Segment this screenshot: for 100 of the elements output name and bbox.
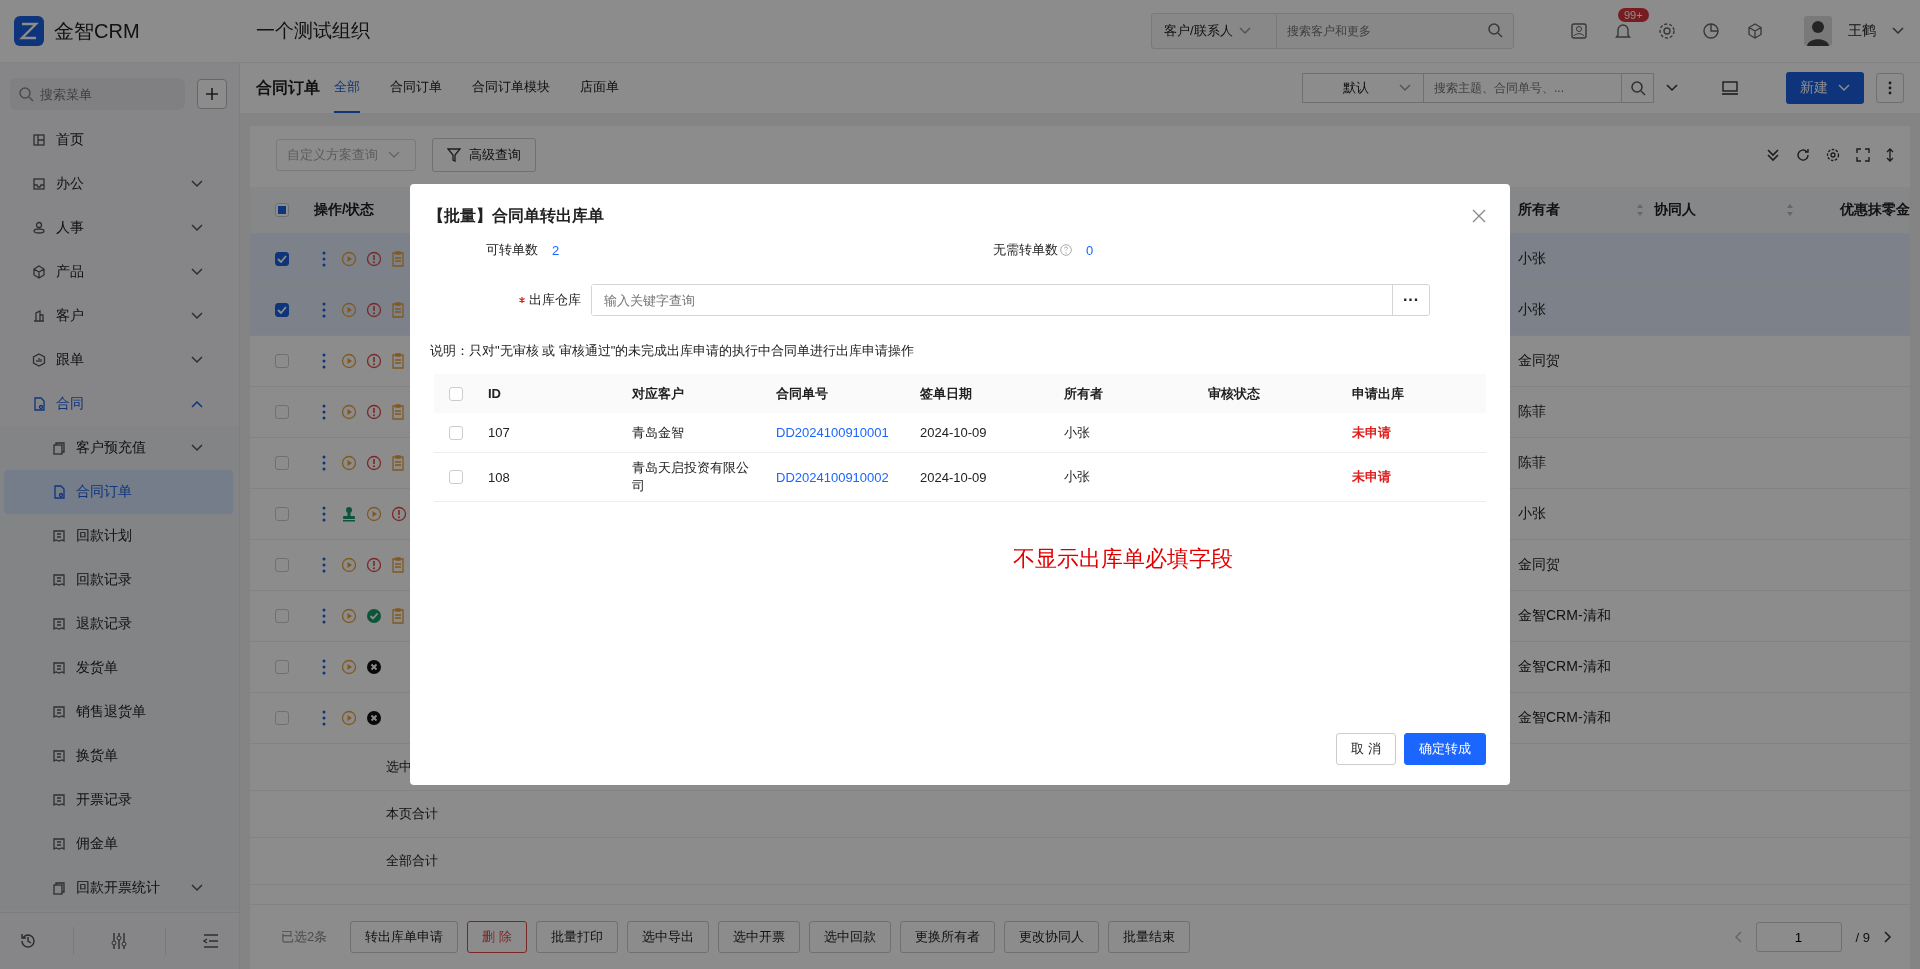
add-button[interactable] <box>197 79 227 109</box>
table-cell-text: 金智CRM-清和 <box>1517 709 1612 727</box>
sidebar-item[interactable]: 产品 <box>4 250 233 294</box>
fullscreen-icon[interactable] <box>1856 148 1870 162</box>
menu-search-field[interactable]: 搜索菜单 <box>38 80 162 108</box>
tab[interactable]: 店面单 <box>580 63 619 113</box>
sort-height-icon[interactable] <box>1886 148 1894 162</box>
search-icon <box>1629 80 1646 96</box>
chevron-down-icon[interactable] <box>191 356 203 364</box>
avatar-icon[interactable] <box>1804 16 1832 46</box>
search-field[interactable]: 搜索主题、合同单号、... <box>1424 73 1622 103</box>
sidebar-item[interactable]: 合同 <box>4 382 233 426</box>
double-chevron-icon[interactable] <box>1766 148 1780 162</box>
action-button[interactable]: 转出库单申请 <box>350 921 459 953</box>
scope-select[interactable]: 客户/联系人 <box>1152 14 1277 48</box>
checkbox[interactable] <box>275 252 289 266</box>
sidebar-item[interactable]: 回款计划 <box>4 514 233 558</box>
action-button[interactable]: 更改协同人 <box>1003 921 1099 953</box>
chevron-down-icon[interactable] <box>191 224 203 232</box>
chevron-down-icon[interactable] <box>1666 84 1678 92</box>
sidebar-item[interactable]: 回款开票统计 <box>4 866 233 910</box>
view-select[interactable]: 默认 <box>1302 73 1424 103</box>
sidebar-item[interactable]: 办公 <box>4 162 233 206</box>
sidebar-item[interactable]: 佣金单 <box>4 822 233 866</box>
receipt-icon <box>52 617 66 631</box>
pie-chart-icon[interactable] <box>1702 22 1720 40</box>
settings-icon[interactable] <box>1826 148 1840 162</box>
field-box[interactable]: 输入关键字查询 ··· <box>591 284 1430 316</box>
more-vertical-icon[interactable] <box>322 455 326 471</box>
settings-icon[interactable] <box>1658 22 1676 40</box>
filter-icon <box>447 148 461 162</box>
chevron-down-icon[interactable] <box>191 444 203 452</box>
confirm-button[interactable]: 确定转成 <box>1404 733 1486 765</box>
sidebar-item[interactable]: 首页 <box>4 118 233 162</box>
user-name[interactable]: 王鹤 <box>1848 22 1876 40</box>
chevron-down-icon[interactable] <box>191 180 203 188</box>
table-cell-text: 陈菲 <box>1517 454 1547 472</box>
tab[interactable]: 全部 <box>334 63 360 113</box>
more-vertical-icon[interactable] <box>322 608 326 624</box>
action-button[interactable]: 批量结束 <box>1107 921 1190 953</box>
tab[interactable]: 合同订单 <box>390 63 442 113</box>
sidebar-item[interactable]: 跟单 <box>4 338 233 382</box>
document-icon <box>52 485 66 499</box>
cancel-button[interactable]: 取 消 <box>1336 733 1396 765</box>
chevron-up-icon[interactable] <box>191 400 203 408</box>
copy-icon <box>52 881 66 895</box>
action-button[interactable]: 批量打印 <box>535 921 618 953</box>
more-button[interactable] <box>1876 73 1904 103</box>
action-button[interactable]: 选中回款 <box>808 921 891 953</box>
sidebar-item[interactable]: 销售退货单 <box>4 690 233 734</box>
action-button[interactable]: 选中开票 <box>717 921 800 953</box>
sidebar-item[interactable]: 发货单 <box>4 646 233 690</box>
more-vertical-icon[interactable] <box>322 710 326 726</box>
action-button[interactable]: 选中导出 <box>626 921 709 953</box>
sidebar-item[interactable]: 人事 <box>4 206 233 250</box>
action-button[interactable]: 删 除 <box>467 921 527 953</box>
stat-value: 0 <box>1086 242 1094 258</box>
more-vertical-icon[interactable] <box>322 251 326 267</box>
building-icon <box>32 309 46 323</box>
sidebar-item[interactable]: 合同订单 <box>4 470 233 514</box>
more-vertical-icon[interactable] <box>322 353 326 369</box>
close-icon[interactable] <box>1472 209 1486 223</box>
help-icon[interactable] <box>1060 244 1072 256</box>
table-cell-text: 小张 <box>1517 505 1547 523</box>
global-search-field[interactable]: 搜索客户和更多 <box>1277 24 1477 38</box>
checkbox[interactable] <box>275 303 289 317</box>
more-vertical-icon[interactable] <box>322 302 326 318</box>
sidebar-item[interactable]: 回款记录 <box>4 558 233 602</box>
action-button[interactable]: 更换所有者 <box>899 921 995 953</box>
search-button[interactable] <box>1622 73 1654 103</box>
tab[interactable]: 合同订单模块 <box>472 63 550 113</box>
chevron-down-icon[interactable] <box>191 312 203 320</box>
chevron-down-icon[interactable] <box>191 884 203 892</box>
sidebar-item[interactable]: 开票记录 <box>4 778 233 822</box>
more-vertical-icon[interactable] <box>322 557 326 573</box>
refresh-icon[interactable] <box>1796 148 1810 162</box>
new-button[interactable]: 新建 <box>1786 72 1864 104</box>
bell-icon[interactable] <box>1614 22 1632 40</box>
contact-card-icon[interactable] <box>1570 22 1588 40</box>
sidebar-item[interactable]: 客户预充值 <box>4 426 233 470</box>
sidebar-item[interactable]: 客户 <box>4 294 233 338</box>
chevron-down-icon[interactable] <box>1892 27 1904 35</box>
picker-button[interactable]: ··· <box>1392 285 1429 315</box>
more-vertical-icon[interactable] <box>322 659 326 675</box>
column-header: 合同单号 <box>775 384 829 403</box>
order-link[interactable]: DD2024100910001 <box>766 419 910 446</box>
sidebar-item[interactable]: 退款记录 <box>4 602 233 646</box>
search-box[interactable]: 搜索菜单 <box>10 78 185 110</box>
page-input[interactable]: 1 <box>1755 922 1842 952</box>
cube-icon[interactable] <box>1746 22 1764 40</box>
receipt-icon <box>52 529 66 543</box>
order-link[interactable]: DD2024100910002 <box>766 463 910 491</box>
sliders-icon[interactable] <box>109 931 130 951</box>
sidebar-item[interactable]: 换货单 <box>4 734 233 778</box>
chevron-down-icon[interactable] <box>191 268 203 276</box>
advanced-search-button[interactable]: 高级查询 <box>432 138 536 172</box>
chevron-right-icon[interactable] <box>1884 931 1892 943</box>
more-vertical-icon[interactable] <box>322 506 326 522</box>
monitor-icon[interactable] <box>1722 80 1738 96</box>
more-vertical-icon[interactable] <box>322 404 326 420</box>
